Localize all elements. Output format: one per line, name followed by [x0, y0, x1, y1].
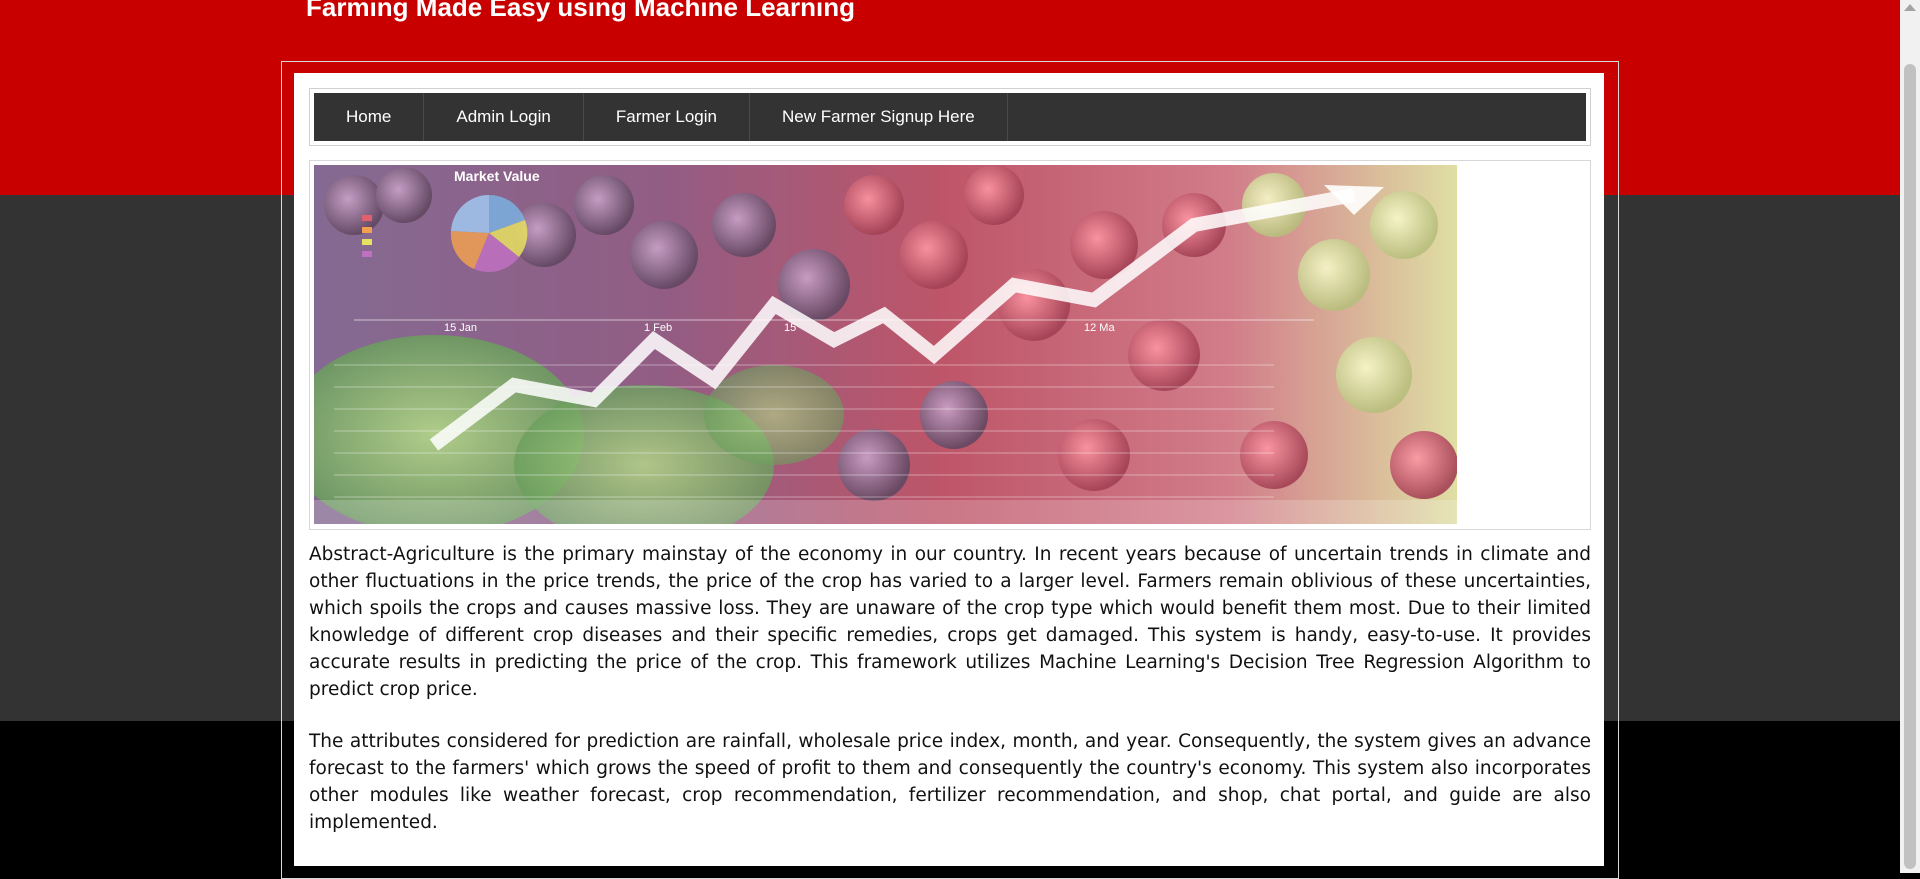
site-title: Farming Made Easy using Machine Learning	[306, 0, 856, 22]
scroll-thumb[interactable]	[1904, 64, 1916, 869]
scroll-up-arrow-icon[interactable]	[1904, 4, 1916, 11]
banner-container: Market Value 15 Jan 1 Feb 15 12 Ma	[309, 160, 1591, 530]
vertical-scrollbar[interactable]	[1900, 0, 1920, 873]
svg-text:1 Feb: 1 Feb	[644, 322, 672, 334]
nav-home[interactable]: Home	[314, 93, 425, 141]
attributes-paragraph: The attributes considered for prediction…	[309, 731, 1591, 833]
banner-pie-chart	[450, 194, 528, 272]
svg-text:12 Ma: 12 Ma	[1084, 322, 1115, 334]
banner-chart-title: Market Value	[454, 168, 540, 184]
nav-farmer-login[interactable]: Farmer Login	[584, 93, 750, 141]
svg-text:15 Jan: 15 Jan	[444, 322, 477, 334]
nav-container: Home Admin Login Farmer Login New Farmer…	[309, 88, 1591, 146]
nav-admin-login[interactable]: Admin Login	[424, 93, 584, 141]
nav-farmer-signup[interactable]: New Farmer Signup Here	[750, 93, 1008, 141]
banner-image: Market Value 15 Jan 1 Feb 15 12 Ma	[314, 165, 1457, 524]
main-panel: Home Admin Login Farmer Login New Farmer…	[294, 73, 1604, 866]
abstract-paragraph: Abstract-Agriculture is the primary main…	[309, 544, 1591, 700]
main-nav: Home Admin Login Farmer Login New Farmer…	[314, 93, 1586, 141]
